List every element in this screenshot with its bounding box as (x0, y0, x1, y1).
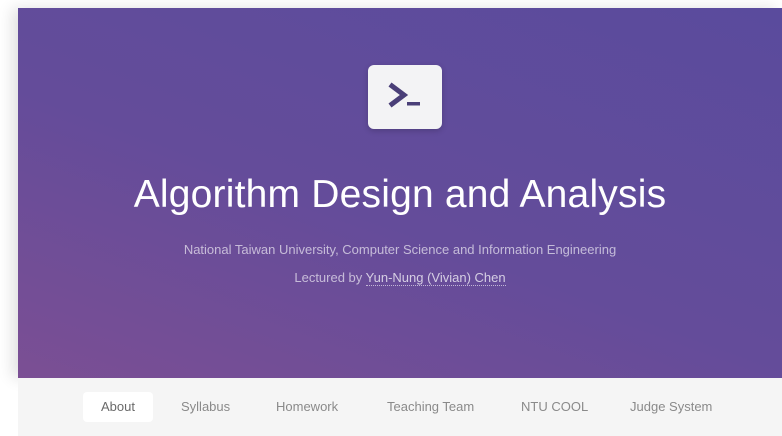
lecturer-line: Lectured by Yun-Nung (Vivian) Chen (18, 270, 782, 286)
nav-item-judge-system[interactable]: Judge System (612, 392, 730, 422)
navbar: About Syllabus Homework Teaching Team NT… (18, 378, 782, 436)
terminal-prompt-icon (368, 65, 442, 129)
nav-item-syllabus[interactable]: Syllabus (163, 392, 248, 422)
lecturer-link[interactable]: Yun-Nung (Vivian) Chen (365, 270, 506, 286)
hero-header: Algorithm Design and Analysis National T… (18, 8, 782, 378)
lecturer-prefix: Lectured by (294, 270, 366, 285)
nav-item-teaching-team[interactable]: Teaching Team (369, 392, 492, 422)
nav-item-ntu-cool[interactable]: NTU COOL (503, 392, 606, 422)
nav-item-about[interactable]: About (83, 392, 153, 422)
subtitle: National Taiwan University, Computer Sci… (183, 242, 617, 257)
page-title: Algorithm Design and Analysis (133, 173, 667, 216)
nav-item-homework[interactable]: Homework (258, 392, 356, 422)
page: Algorithm Design and Analysis National T… (0, 0, 782, 436)
